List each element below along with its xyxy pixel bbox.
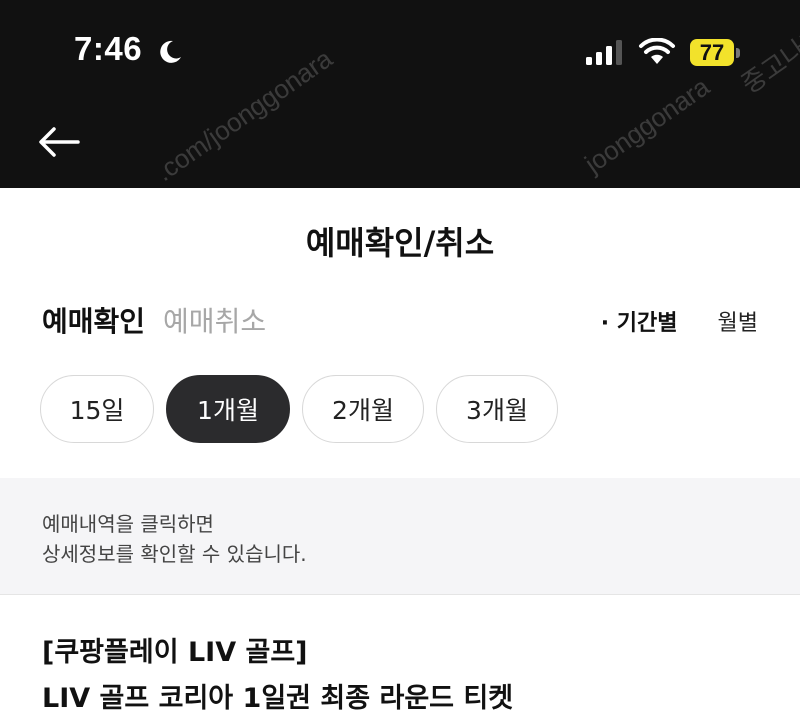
- info-line: 상세정보를 확인할 수 있습니다.: [42, 542, 307, 566]
- period-2-months-button[interactable]: 2개월: [302, 375, 424, 443]
- watermark: 중고나라: [735, 19, 800, 100]
- moon-icon: [160, 40, 181, 63]
- tab-booking-cancel[interactable]: 예매취소: [163, 300, 266, 340]
- battery-cap: [736, 48, 740, 58]
- arrow-left-icon[interactable]: [36, 124, 82, 160]
- signal-icon: [586, 40, 622, 65]
- period-1-month-button[interactable]: 1개월: [166, 375, 290, 443]
- booking-item-category[interactable]: [쿠팡플레이 LIV 골프]: [42, 630, 308, 669]
- watermark: joonggonara: [579, 71, 715, 179]
- battery-icon: 77: [690, 39, 740, 66]
- booking-item-title[interactable]: LIV 골프 코리아 1일권 최종 라운드 티켓: [42, 676, 513, 715]
- view-mode-by-period[interactable]: · 기간별: [601, 305, 678, 337]
- page-title: 예매확인/취소: [305, 224, 495, 262]
- status-bar: 7:46 77 .com/joonggonara joonggonara 중고나…: [0, 0, 800, 188]
- period-3-months-button[interactable]: 3개월: [436, 375, 558, 443]
- status-time: 7:46: [74, 30, 143, 67]
- tab-booking-check[interactable]: 예매확인: [42, 300, 145, 340]
- view-mode-toggle: · 기간별 월별: [601, 305, 758, 337]
- info-line: 예매내역을 클릭하면: [42, 512, 214, 536]
- period-15-days-button[interactable]: 15일: [40, 375, 154, 443]
- booking-tabs: 예매확인 예매취소: [42, 300, 266, 340]
- period-filter: 15일 1개월 2개월 3개월: [40, 375, 558, 443]
- view-mode-monthly[interactable]: 월별: [718, 305, 758, 337]
- info-notice: 예매내역을 클릭하면 상세정보를 확인할 수 있습니다.: [0, 478, 800, 595]
- battery-level: 77: [690, 39, 734, 66]
- wifi-icon: [639, 38, 675, 64]
